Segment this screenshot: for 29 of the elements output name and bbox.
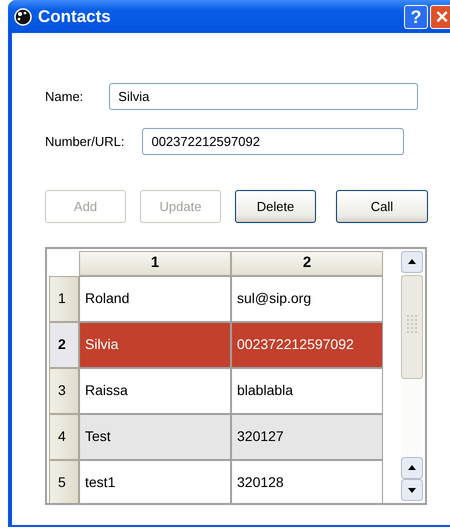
table-cell: sul@sip.org — [231, 276, 383, 322]
scroll-thumb[interactable] — [401, 275, 423, 379]
table-cell: 320127 — [231, 414, 383, 460]
table-cell: 320128 — [231, 460, 383, 503]
table-cell: blablabla — [231, 368, 383, 414]
table-cell: 002372212597092 — [231, 322, 383, 368]
field-label: Name: — [45, 88, 84, 106]
table-cell: Raissa — [79, 368, 231, 414]
row-header[interactable]: 4 — [49, 414, 79, 460]
text-field[interactable]: Silvia — [109, 83, 418, 110]
row-header[interactable]: 2 — [49, 322, 79, 368]
field-label: Number/URL: — [45, 132, 124, 151]
help-button[interactable]: ? — [404, 4, 428, 28]
row-header[interactable]: 1 — [49, 276, 79, 322]
action-button[interactable]: Call — [336, 190, 428, 223]
text-field[interactable]: 002372212597092 — [142, 128, 404, 155]
window-title: Contacts — [38, 6, 111, 28]
column-header[interactable]: 1 — [79, 251, 231, 276]
table-cell: Silvia — [79, 322, 231, 368]
scrollbar[interactable] — [401, 251, 423, 501]
table-cell: Test — [79, 414, 231, 460]
row-header[interactable]: 3 — [49, 368, 79, 414]
close-button[interactable]: × — [430, 4, 450, 28]
table-cell: Roland — [79, 276, 231, 322]
table-cell: test1 — [79, 460, 231, 503]
action-button[interactable]: Delete — [235, 190, 316, 223]
column-header[interactable]: 2 — [231, 251, 383, 276]
app-icon — [14, 8, 32, 26]
row-header[interactable]: 5 — [49, 460, 79, 503]
